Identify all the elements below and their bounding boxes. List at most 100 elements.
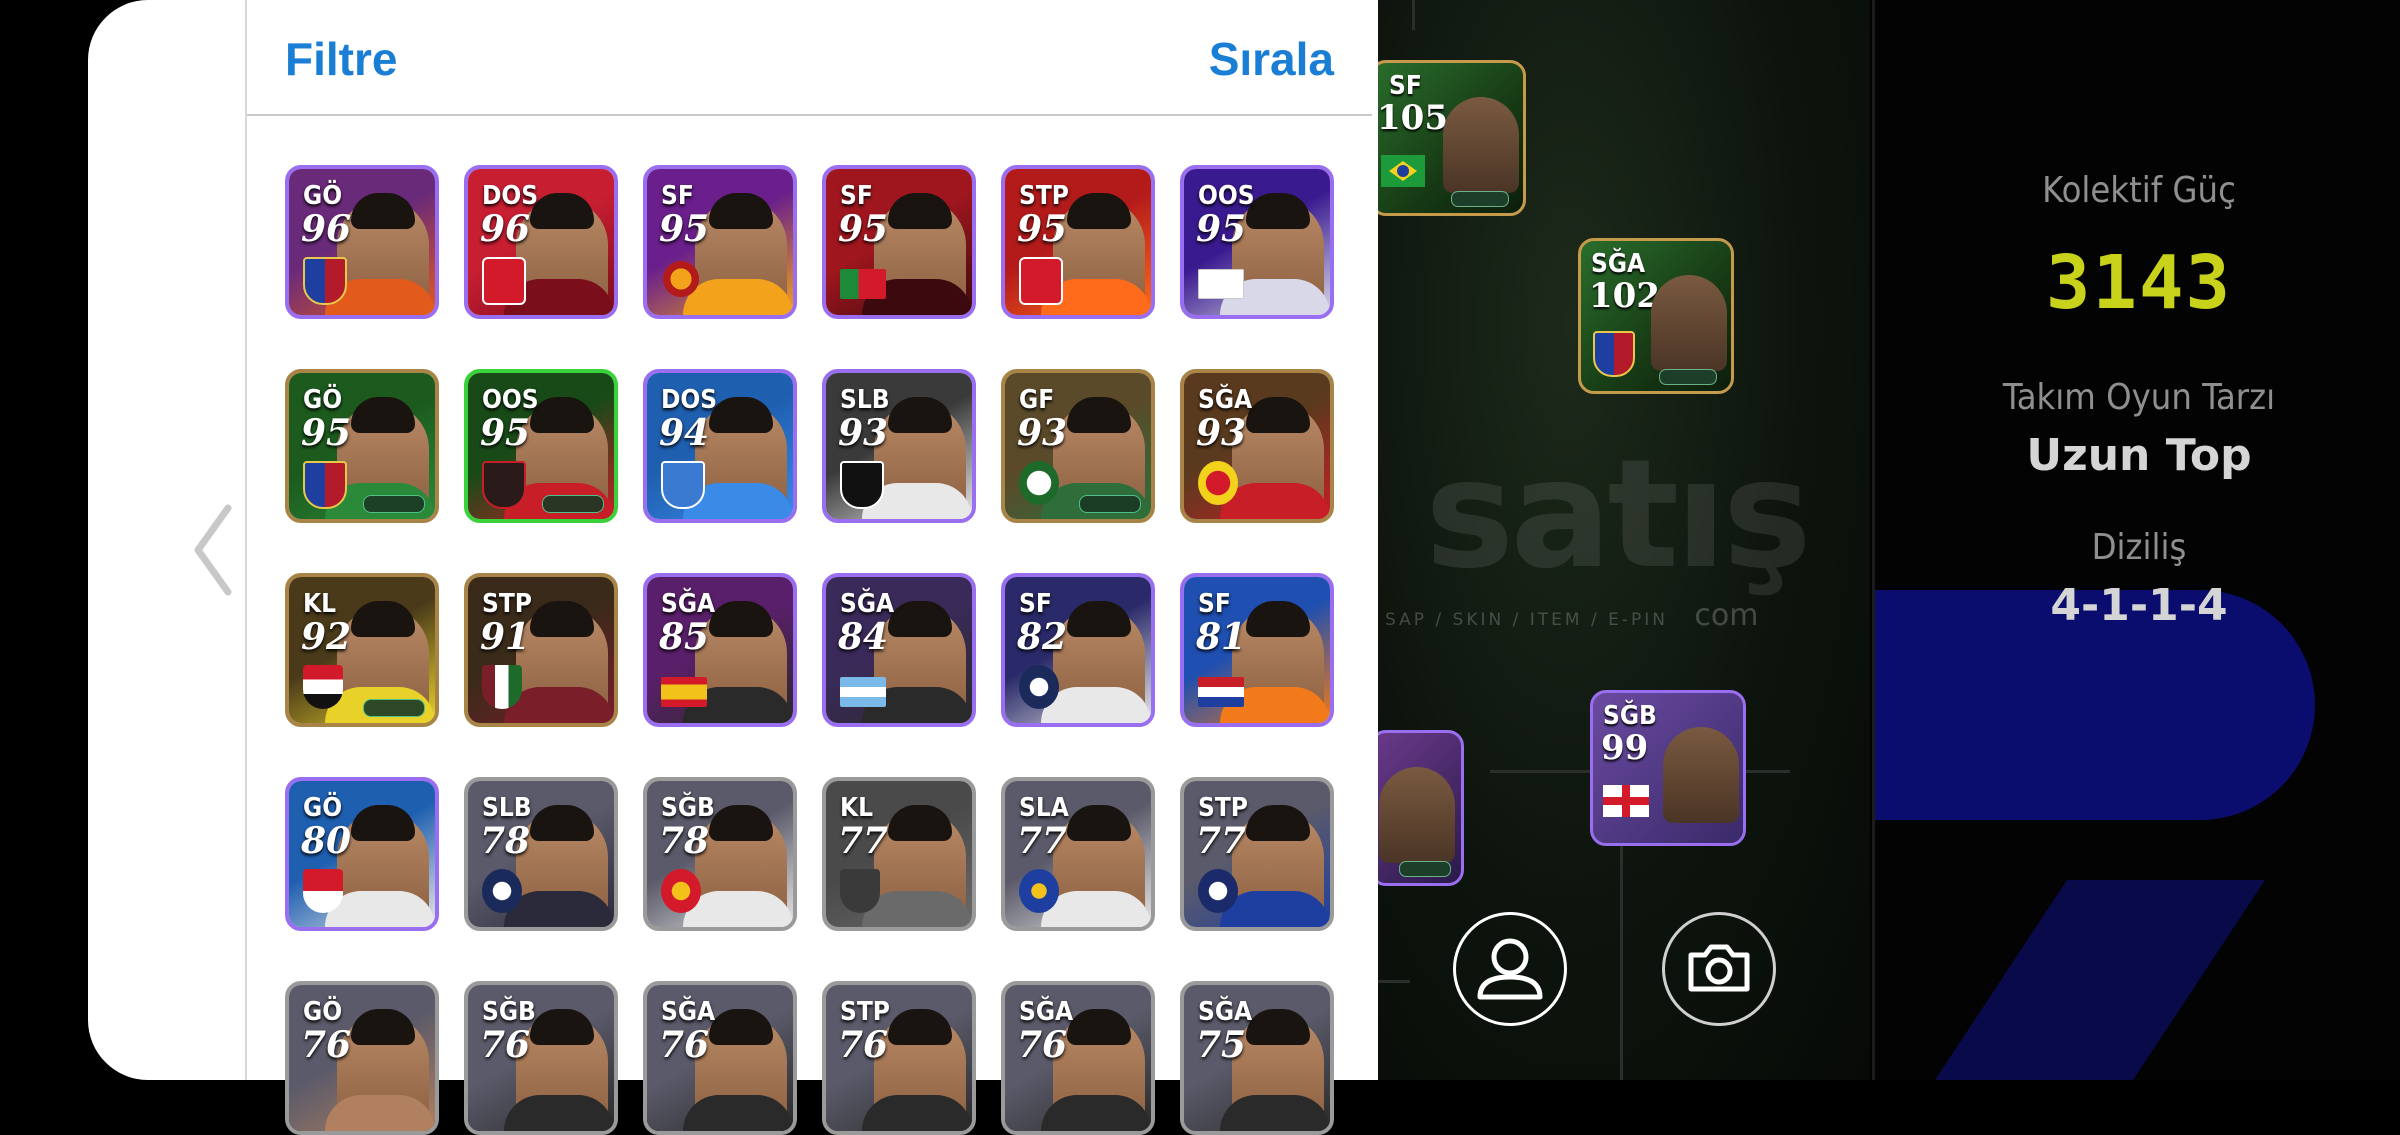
player-card[interactable]: SLB 78 (464, 777, 618, 931)
player-rating: 95 (480, 412, 531, 454)
player-card[interactable]: GÖ 80 (285, 777, 439, 931)
player-position: GÖ (303, 997, 343, 1027)
player-card[interactable]: SĞB 78 (643, 777, 797, 931)
player-card[interactable]: KL 77 (822, 777, 976, 931)
player-rating: 102 (1589, 276, 1660, 316)
player-shirt (1041, 1095, 1151, 1131)
player-card[interactable]: OOS 95 (464, 369, 618, 523)
skill-chips (363, 699, 425, 717)
club-badge-icon (1198, 461, 1238, 505)
skill-chips (1079, 495, 1141, 513)
player-card[interactable]: SLA 77 (1001, 777, 1155, 931)
club-badge-icon (661, 461, 705, 509)
player-rating: 78 (659, 820, 710, 862)
player-position: SLB (840, 385, 890, 415)
player-rating: 76 (1017, 1024, 1068, 1066)
club-badge-icon (1019, 869, 1059, 913)
player-card[interactable]: OOS 95 (1180, 165, 1334, 319)
player-card[interactable]: SĞA 75 (1180, 981, 1334, 1135)
player-position: SĞA (840, 589, 895, 619)
back-button[interactable] (188, 500, 238, 600)
player-position: SF (1389, 71, 1422, 101)
player-portrait (1663, 727, 1739, 823)
player-card[interactable]: STP 95 (1001, 165, 1155, 319)
collective-power-value: 3143 (2045, 240, 2233, 326)
filter-button[interactable]: Filtre (285, 32, 397, 86)
club-badge-icon (1198, 677, 1244, 707)
player-card[interactable]: SĞA 76 (643, 981, 797, 1135)
player-card[interactable]: SĞA 76 (1001, 981, 1155, 1135)
profile-button[interactable] (1453, 912, 1567, 1026)
club-badge-icon (482, 665, 522, 709)
player-card[interactable]: GÖ 96 (285, 165, 439, 319)
player-card[interactable]: SF 95 (822, 165, 976, 319)
player-position: STP (1198, 793, 1248, 823)
player-position: SF (1198, 589, 1231, 619)
club-badge-icon (303, 665, 343, 709)
player-card[interactable]: SF 95 (643, 165, 797, 319)
club-badge-icon (840, 677, 886, 707)
player-position: SĞA (1198, 385, 1253, 415)
player-card[interactable]: SĞB 76 (464, 981, 618, 1135)
player-rating: 76 (301, 1024, 352, 1066)
player-rating: 93 (1017, 412, 1068, 454)
pitch-player-card[interactable]: SĞB 99 (1590, 690, 1746, 846)
player-rating: 94 (659, 412, 710, 454)
screenshot-button[interactable] (1662, 912, 1776, 1026)
team-playstyle-label: Takım Oyun Tarzı (2002, 377, 2276, 418)
decor-shape (1935, 880, 2265, 1080)
player-card[interactable]: SF 82 (1001, 573, 1155, 727)
player-portrait (1379, 767, 1455, 863)
club-badge-icon (482, 257, 526, 305)
player-position: GF (1019, 385, 1055, 415)
player-position: SLB (482, 793, 532, 823)
formation-label: Diziliş (2091, 527, 2187, 568)
player-portrait (1443, 97, 1519, 193)
player-card[interactable]: DOS 96 (464, 165, 618, 319)
player-shirt (325, 1095, 435, 1131)
pitch-player-card[interactable] (1370, 730, 1464, 886)
player-position: STP (1019, 181, 1069, 211)
player-card[interactable]: STP 76 (822, 981, 976, 1135)
club-badge-icon (1593, 331, 1635, 377)
club-badge-icon (303, 869, 343, 913)
flag-brazil-icon (1381, 155, 1425, 187)
player-card[interactable]: STP 77 (1180, 777, 1334, 931)
player-card[interactable]: SF 81 (1180, 573, 1334, 727)
player-card[interactable]: STP 91 (464, 573, 618, 727)
player-card[interactable]: SLB 93 (822, 369, 976, 523)
club-badge-icon (1198, 869, 1238, 913)
chevron-left-icon (194, 504, 232, 596)
player-card[interactable]: KL 92 (285, 573, 439, 727)
player-position: OOS (482, 385, 539, 415)
player-rating: 80 (301, 820, 352, 862)
flag-england-icon (1603, 785, 1649, 817)
player-rating: 96 (480, 208, 531, 250)
sort-button[interactable]: Sırala (1209, 32, 1334, 86)
player-card[interactable]: GÖ 76 (285, 981, 439, 1135)
player-rating: 85 (659, 616, 710, 658)
player-card[interactable]: SĞA 93 (1180, 369, 1334, 523)
pitch-player-card[interactable]: SF 105 (1370, 60, 1526, 216)
player-position: KL (840, 793, 874, 823)
club-badge-icon (661, 677, 707, 707)
player-rating: 95 (659, 208, 710, 250)
player-position: KL (303, 589, 337, 619)
player-card[interactable]: GÖ 95 (285, 369, 439, 523)
player-position: SĞB (482, 997, 536, 1027)
player-position: GÖ (303, 793, 343, 823)
team-playstyle-value: Uzun Top (2026, 430, 2252, 481)
skill-chips (1399, 861, 1451, 877)
player-rating: 76 (659, 1024, 710, 1066)
club-badge-icon (303, 257, 347, 305)
club-badge-icon (840, 269, 886, 299)
player-position: STP (840, 997, 890, 1027)
formation-value: 4-1-1-4 (2050, 580, 2228, 631)
pitch-player-card[interactable]: SĞA 102 (1578, 238, 1734, 394)
player-portrait (1651, 275, 1727, 371)
player-card[interactable]: SĞA 85 (643, 573, 797, 727)
player-rating: 77 (1017, 820, 1068, 862)
player-card[interactable]: SĞA 84 (822, 573, 976, 727)
player-card[interactable]: GF 93 (1001, 369, 1155, 523)
player-card[interactable]: DOS 94 (643, 369, 797, 523)
